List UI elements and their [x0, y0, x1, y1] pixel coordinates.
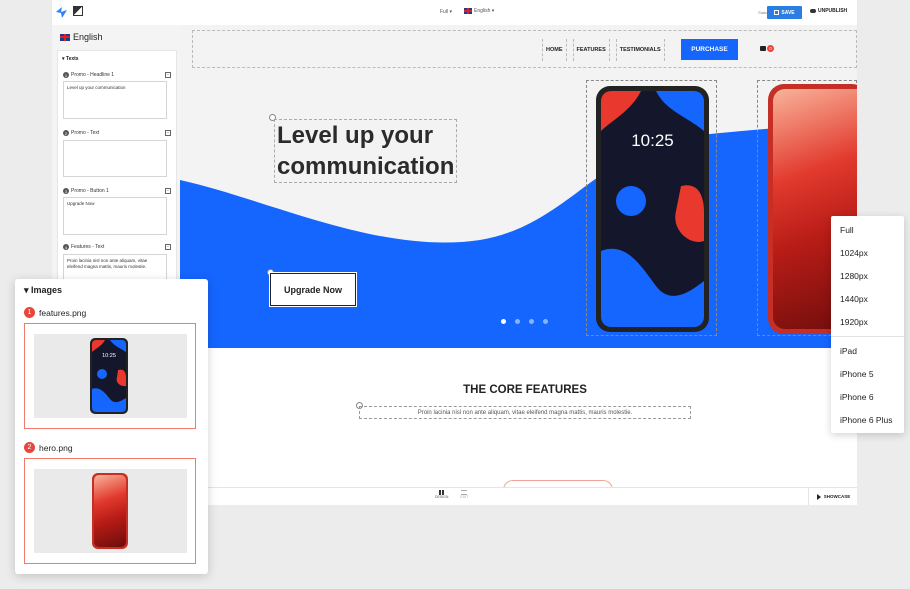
image-preview [34, 469, 187, 553]
device-option-iphone6[interactable]: iPhone 6 [840, 392, 874, 402]
collapse-icon[interactable]: − [165, 188, 171, 194]
site-canvas: HOME FEATURES TESTIMONIALS PURCHASE 0 Le… [180, 25, 857, 487]
showcase-label: SHOWCASE [823, 494, 851, 499]
menu-divider [831, 336, 904, 337]
save-button[interactable]: SAVE [767, 6, 802, 19]
purchase-button[interactable]: PURCHASE [681, 39, 738, 60]
field-label: Promo - Headline 1 [71, 72, 115, 78]
field-number: 1 [63, 72, 69, 78]
core-features-title[interactable]: THE CORE FEATURES [180, 384, 857, 396]
unpublish-button[interactable]: UNPUBLISH [810, 8, 847, 14]
image-item-label: 1 features.png [24, 307, 86, 318]
device-option-iphone6plus[interactable]: iPhone 6 Plus [840, 415, 892, 425]
size-option-1024[interactable]: 1024px [840, 248, 868, 258]
field-number: 2 [63, 130, 69, 136]
size-option-1920[interactable]: 1920px [840, 317, 868, 327]
bottom-toolbar: DESIGN EDIT SHOWCASE [180, 487, 857, 505]
phone-clock: 10:25 [631, 131, 674, 150]
carousel-dot[interactable] [529, 319, 534, 324]
nav-testimonials[interactable]: TESTIMONIALS [615, 39, 665, 61]
texts-card: ▾ Texts 1 Promo - Headline 1 − Level up … [57, 50, 177, 292]
site-nav: HOME FEATURES TESTIMONIALS [542, 39, 665, 61]
field-label: Promo - Text [71, 130, 100, 136]
edit-label: EDIT [460, 495, 469, 499]
panel-language-label: English [73, 32, 103, 42]
partial-button [503, 480, 613, 487]
mode-switch: DESIGN EDIT [435, 490, 468, 499]
carousel-dot[interactable] [543, 319, 548, 324]
top-toolbar: Full ▾ English ▾ Status: Published SAVE … [52, 0, 857, 26]
cart-badge: 0 [767, 45, 774, 52]
carousel-dots[interactable] [501, 319, 548, 324]
app-logo-icon[interactable] [55, 6, 69, 24]
image-filename: hero.png [39, 442, 73, 453]
size-option-1280[interactable]: 1280px [840, 271, 868, 281]
viewport-size-menu: Full 1024px 1280px 1440px 1920px iPad iP… [831, 216, 904, 433]
field-number: 4 [63, 244, 69, 250]
layout-toggle-icon[interactable] [73, 6, 83, 16]
texts-section-toggle[interactable]: ▾ Texts [62, 56, 79, 62]
hero-section: HOME FEATURES TESTIMONIALS PURCHASE 0 Le… [180, 25, 857, 348]
image-filename: features.png [39, 307, 87, 318]
collapse-icon[interactable]: − [165, 72, 171, 78]
size-option-full[interactable]: Full [840, 225, 854, 235]
image-preview: 10:25 [34, 334, 187, 418]
phone-thumbnail: 10:25 [90, 338, 128, 414]
field-label-promo-text: 2 Promo - Text [63, 130, 99, 136]
headline-line-1: Level up your [277, 122, 434, 149]
image-dropzone-features[interactable]: 10:25 [24, 323, 196, 429]
site-header [192, 30, 857, 68]
collapse-icon[interactable]: − [165, 130, 171, 136]
image-number-badge: 2 [24, 442, 35, 453]
collapse-icon[interactable]: − [165, 244, 171, 250]
device-option-iphone5[interactable]: iPhone 5 [840, 369, 874, 379]
field-number: 3 [63, 188, 69, 194]
field-label: Promo - Button 1 [71, 188, 109, 194]
upgrade-now-button[interactable]: Upgrade Now [270, 273, 356, 306]
nav-home[interactable]: HOME [542, 39, 567, 61]
image-item-label: 2 hero.png [24, 442, 73, 453]
play-icon [816, 493, 821, 500]
core-features-text[interactable]: Proin lacinia nisl non ante aliquam, vit… [359, 406, 691, 419]
image-dropzone-hero[interactable] [24, 458, 196, 564]
language-label: English ▾ [474, 8, 495, 14]
nav-features[interactable]: FEATURES [572, 39, 610, 61]
design-label: DESIGN [435, 495, 449, 499]
device-option-ipad[interactable]: iPad [840, 346, 857, 356]
language-select[interactable]: English ▾ [464, 8, 494, 14]
phone-thumbnail [92, 473, 128, 549]
headline-line-2: communication [277, 153, 455, 180]
field-label: Features - Text [71, 244, 105, 250]
field-label-features-text: 4 Features - Text [63, 244, 104, 250]
size-option-1440[interactable]: 1440px [840, 294, 868, 304]
cart-icon [760, 46, 766, 51]
save-label: SAVE [781, 9, 795, 16]
promo-button-input[interactable]: Upgrade Now [63, 197, 167, 235]
phone-clock: 10:25 [102, 353, 116, 359]
panel-language: English [60, 32, 103, 42]
cart[interactable]: 0 [760, 45, 774, 52]
cloud-icon [810, 9, 816, 13]
edit-mode-button[interactable]: EDIT [460, 490, 468, 499]
carousel-dot[interactable] [501, 319, 506, 324]
uk-flag-icon [464, 8, 472, 14]
images-panel: ▾ Images 1 features.png 10:25 2 hero.png [15, 279, 208, 574]
promo-text-input[interactable] [63, 140, 167, 177]
view-size-select[interactable]: Full ▾ [440, 9, 452, 15]
design-mode-button[interactable]: DESIGN [435, 490, 448, 499]
text-editor-panel: English ▾ Texts 1 Promo - Headline 1 − L… [52, 25, 181, 292]
promo-headline-input[interactable]: Level up your communication [63, 81, 167, 119]
field-label-promo-headline: 1 Promo - Headline 1 [63, 72, 114, 78]
image-number-badge: 1 [24, 307, 35, 318]
field-label-promo-button: 3 Promo - Button 1 [63, 188, 109, 194]
phone-image-android: 10:25 [596, 86, 709, 332]
save-icon [774, 10, 780, 15]
images-section-toggle[interactable]: ▾ Images [24, 285, 62, 296]
uk-flag-icon [60, 33, 70, 41]
unpublish-label: UNPUBLISH [818, 8, 848, 14]
carousel-dot[interactable] [515, 319, 520, 324]
showcase-button[interactable]: SHOWCASE [808, 488, 858, 505]
hero-headline[interactable]: Level up your communication [274, 119, 458, 183]
